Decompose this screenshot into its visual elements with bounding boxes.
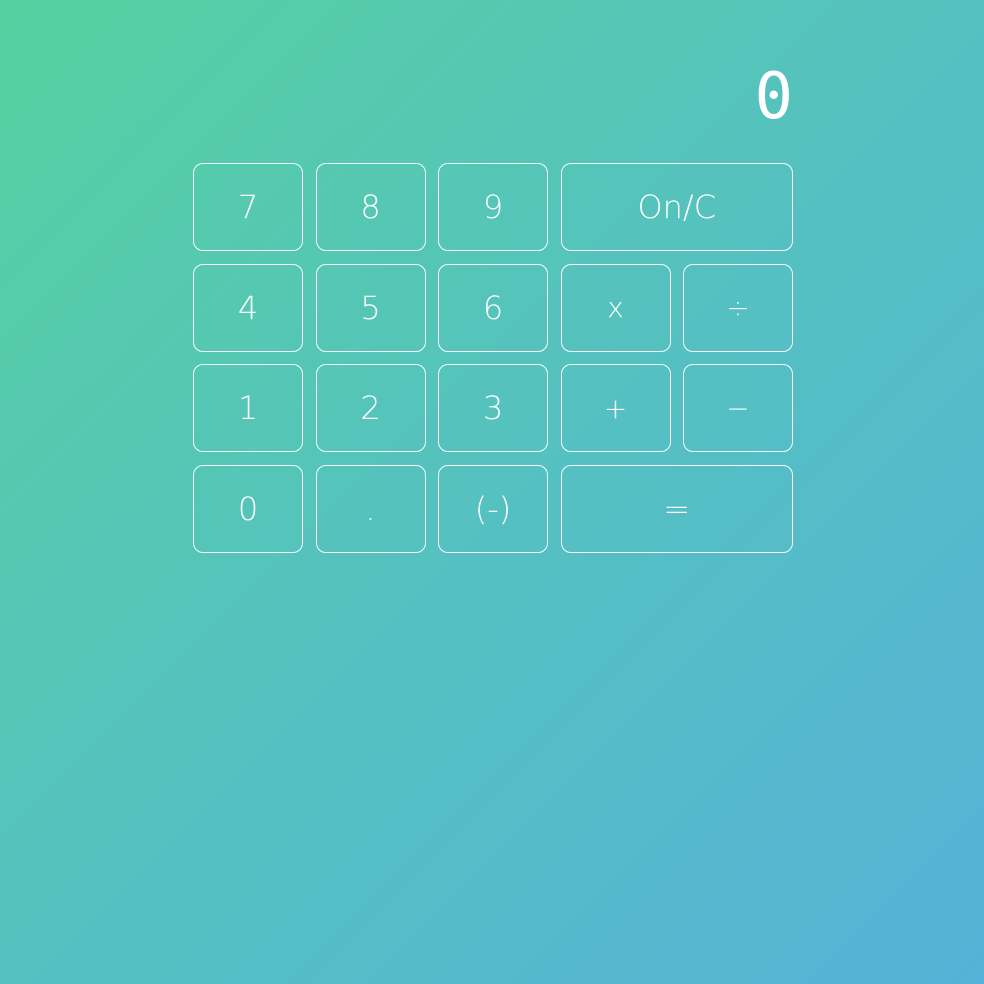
key-label: ÷ [726,291,750,324]
add-button[interactable]: + [560,364,671,452]
calculator-display: 0 [560,62,793,132]
divide-button[interactable]: ÷ [683,263,793,352]
negate-button[interactable]: (-) [438,464,548,553]
key-label: 1 [237,389,259,427]
key-label: 0 [237,489,259,528]
key-label: = [663,489,691,528]
key-3-button[interactable]: 3 [438,364,548,452]
clear-button[interactable]: On/C [560,163,793,251]
key-label: 6 [482,288,504,327]
key-label: On/C [637,188,717,226]
key-label: 7 [237,188,259,226]
key-5-button[interactable]: 5 [315,263,426,352]
decimal-button[interactable]: . [315,464,426,553]
key-2-button[interactable]: 2 [315,364,426,452]
key-0-button[interactable]: 0 [193,464,303,553]
multiply-button[interactable]: x [560,263,671,352]
equals-button[interactable]: = [560,464,793,553]
key-label: 2 [360,389,381,427]
key-label: 4 [237,288,259,327]
display-value: 0 [754,60,793,134]
key-6-button[interactable]: 6 [438,263,548,352]
key-label: 8 [360,188,381,226]
key-label: 5 [360,288,381,327]
key-label: (-) [474,489,512,528]
key-label: x [607,291,624,324]
key-label: + [603,391,628,425]
key-1-button[interactable]: 1 [193,364,303,452]
key-7-button[interactable]: 7 [193,163,303,251]
key-9-button[interactable]: 9 [438,163,548,251]
key-label: − [726,391,750,425]
key-label: 9 [482,188,504,226]
keypad: 7 8 9 On/C 4 5 6 x ÷ 1 2 3 + − 0 . (-) = [193,163,793,553]
subtract-button[interactable]: − [683,364,793,452]
key-label: 3 [482,389,504,427]
key-4-button[interactable]: 4 [193,263,303,352]
key-label: . [365,489,376,528]
key-8-button[interactable]: 8 [315,163,426,251]
